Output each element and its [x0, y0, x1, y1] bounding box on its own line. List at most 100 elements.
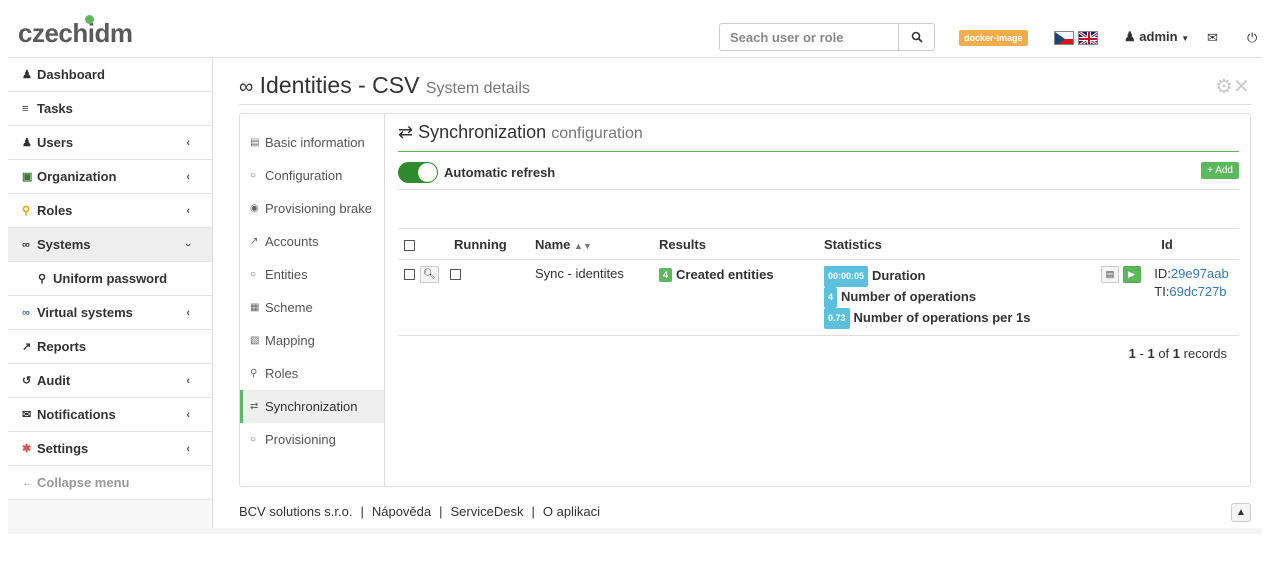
sort-icon: ▲▼ — [574, 240, 592, 251]
app-logo[interactable]: czechidm — [18, 15, 133, 49]
select-all-checkbox[interactable] — [404, 239, 415, 251]
sidebar-item-label: Organization — [37, 169, 117, 184]
page-title: ∞ Identities - CSV System details — [239, 72, 530, 99]
search-icon: 🔍︎ — [423, 269, 436, 281]
envelope-icon: ✉ — [22, 409, 32, 421]
column-running[interactable]: Running — [448, 228, 529, 260]
footer-separator: | — [439, 504, 443, 519]
sidebar-item-label: Roles — [37, 203, 73, 218]
close-icon[interactable]: ✕ — [1233, 76, 1250, 98]
rate-stat: 0.73 Number of operations per 1s — [824, 308, 1089, 329]
chevron-left-icon: ‹ — [186, 374, 190, 387]
id-values: ID:29e97aab TI:69dc727b — [1154, 265, 1228, 301]
table-header-row: Running Name ▲▼ Results Statistics Id — [398, 228, 1239, 260]
scroll-to-top-button[interactable]: ▲ — [1231, 503, 1251, 522]
search-icon — [911, 31, 923, 43]
sidebar-item-label: Settings — [37, 441, 89, 456]
tasks-icon: ≡ — [22, 102, 29, 115]
sync-toolbar: Automatic refresh + Add — [398, 152, 1239, 190]
link-icon: ∞ — [22, 238, 30, 251]
sidebar-item-label: Audit — [37, 373, 71, 388]
pager-records: records — [1183, 346, 1227, 361]
key-icon: ⚲ — [38, 273, 47, 285]
sidebar-item-users[interactable]: ♟ Users ‹ — [8, 126, 212, 160]
operations-label: Number of operations — [841, 289, 977, 304]
sidebar-item-label: Uniform password — [53, 271, 168, 286]
subnav-synchronization[interactable]: ⇄ Synchronization — [240, 390, 384, 423]
sidebar-item-label: Users — [37, 135, 74, 150]
sidebar-item-systems[interactable]: ∞ Systems › — [8, 228, 212, 262]
subnav-configuration[interactable]: ○ Configuration — [240, 159, 384, 192]
record-icon: ◉ — [250, 203, 259, 214]
statistics-cell: 00:00:05 Duration 4 Number of operations 0… — [818, 259, 1095, 336]
sidebar-item-audit[interactable]: ↺ Audit ‹ — [8, 364, 212, 398]
column-name[interactable]: Name ▲▼ — [529, 228, 653, 260]
power-icon[interactable]: ⏻ — [1247, 30, 1257, 46]
row-checkbox[interactable] — [404, 269, 415, 281]
section-title: ⇄ Synchronization configuration — [398, 122, 1239, 152]
subnav-provisioning[interactable]: ○ Provisioning — [240, 423, 384, 456]
footer-company[interactable]: BCV solutions s.r.o. — [239, 504, 352, 519]
sidebar-item-uniform-password[interactable]: ⚲ Uniform password — [8, 262, 212, 296]
environment-badge: docker-image — [959, 30, 1028, 46]
sidebar-item-tasks[interactable]: ≡ Tasks — [8, 92, 212, 126]
footer-servicedesk-link[interactable]: ServiceDesk — [451, 504, 524, 519]
user-icon: ♟ — [22, 69, 32, 81]
cog-icon: ✱ — [22, 443, 32, 455]
english-flag-icon[interactable] — [1078, 31, 1098, 45]
sidebar-item-notifications[interactable]: ✉ Notifications ‹ — [8, 398, 212, 432]
section-title-text: Synchronization — [418, 122, 547, 142]
footer-about-link[interactable]: O aplikaci — [543, 504, 600, 519]
sidebar-item-virtual-systems[interactable]: ∞ Virtual systems ‹ — [8, 296, 212, 330]
search-button[interactable] — [899, 23, 935, 51]
gear-icon[interactable]: ⚙ — [1215, 76, 1233, 98]
results-cell: 4 Created entities — [653, 259, 818, 336]
sidebar-item-dashboard[interactable]: ♟ Dashboard — [8, 58, 212, 92]
collapse-menu-button[interactable]: ← Collapse menu — [8, 466, 212, 500]
subnav-label: Synchronization — [265, 399, 358, 414]
sidebar-item-organization[interactable]: ▣ Organization ‹ — [8, 160, 212, 194]
running-cell — [448, 259, 529, 336]
column-name-label: Name — [535, 236, 571, 252]
sidebar-item-roles[interactable]: ⚲ Roles ‹ — [8, 194, 212, 228]
page-title-text: Identities - CSV — [259, 72, 420, 98]
sidebar-item-settings[interactable]: ✱ Settings ‹ — [8, 432, 212, 466]
exchange-icon: ⇄ — [398, 122, 414, 142]
ti-link[interactable]: 69dc727b — [1169, 284, 1226, 299]
subnav-provisioning-brake[interactable]: ◉ Provisioning brake — [240, 192, 384, 225]
sidebar-item-label: Collapse menu — [37, 475, 130, 490]
subnav-mapping[interactable]: ▧ Mapping — [240, 324, 384, 357]
arrow-left-icon: ← — [22, 476, 33, 489]
subnav-roles[interactable]: ⚲ Roles — [240, 357, 384, 390]
table-row: 🔍︎ Sync - identites 4 Created entities 00… — [398, 259, 1239, 336]
sidebar-item-label: Systems — [37, 237, 91, 252]
subnav-label: Mapping — [265, 333, 315, 348]
auto-refresh-toggle[interactable] — [398, 162, 438, 183]
detail-button[interactable]: 🔍︎ — [420, 266, 439, 284]
envelope-icon[interactable]: ✉ — [1207, 30, 1218, 46]
search-box — [719, 23, 935, 51]
user-icon: ♟ — [1124, 29, 1136, 44]
search-input[interactable] — [719, 23, 899, 51]
subnav-entities[interactable]: ○ Entities — [240, 258, 384, 291]
footer-separator: | — [531, 504, 535, 519]
select-all-header — [398, 228, 448, 260]
user-menu[interactable]: ♟ admin ▼ — [1124, 29, 1189, 45]
start-sync-button[interactable]: ▶ — [1122, 266, 1141, 284]
rate-badge: 0.73 — [824, 308, 850, 329]
czech-flag-icon[interactable] — [1054, 31, 1074, 45]
subnav-basic-information[interactable]: ▤ Basic information — [240, 126, 384, 159]
add-button[interactable]: + Add — [1201, 162, 1239, 179]
subnav-label: Accounts — [265, 234, 319, 249]
operations-stat: 4 Number of operations — [824, 287, 1089, 308]
key-icon: ⚲ — [250, 368, 258, 379]
subnav-accounts[interactable]: ↗ Accounts — [240, 225, 384, 258]
subnav-scheme[interactable]: ▦ Scheme — [240, 291, 384, 324]
pager-total: 1 — [1172, 346, 1181, 361]
column-id: Id — [1095, 228, 1239, 260]
log-button[interactable]: ▤ — [1101, 266, 1119, 284]
link-icon: ∞ — [22, 306, 30, 319]
id-link[interactable]: 29e97aab — [1171, 266, 1229, 281]
sidebar-item-reports[interactable]: ↗ Reports — [8, 330, 212, 364]
footer-help-link[interactable]: Nápověda — [372, 504, 431, 519]
